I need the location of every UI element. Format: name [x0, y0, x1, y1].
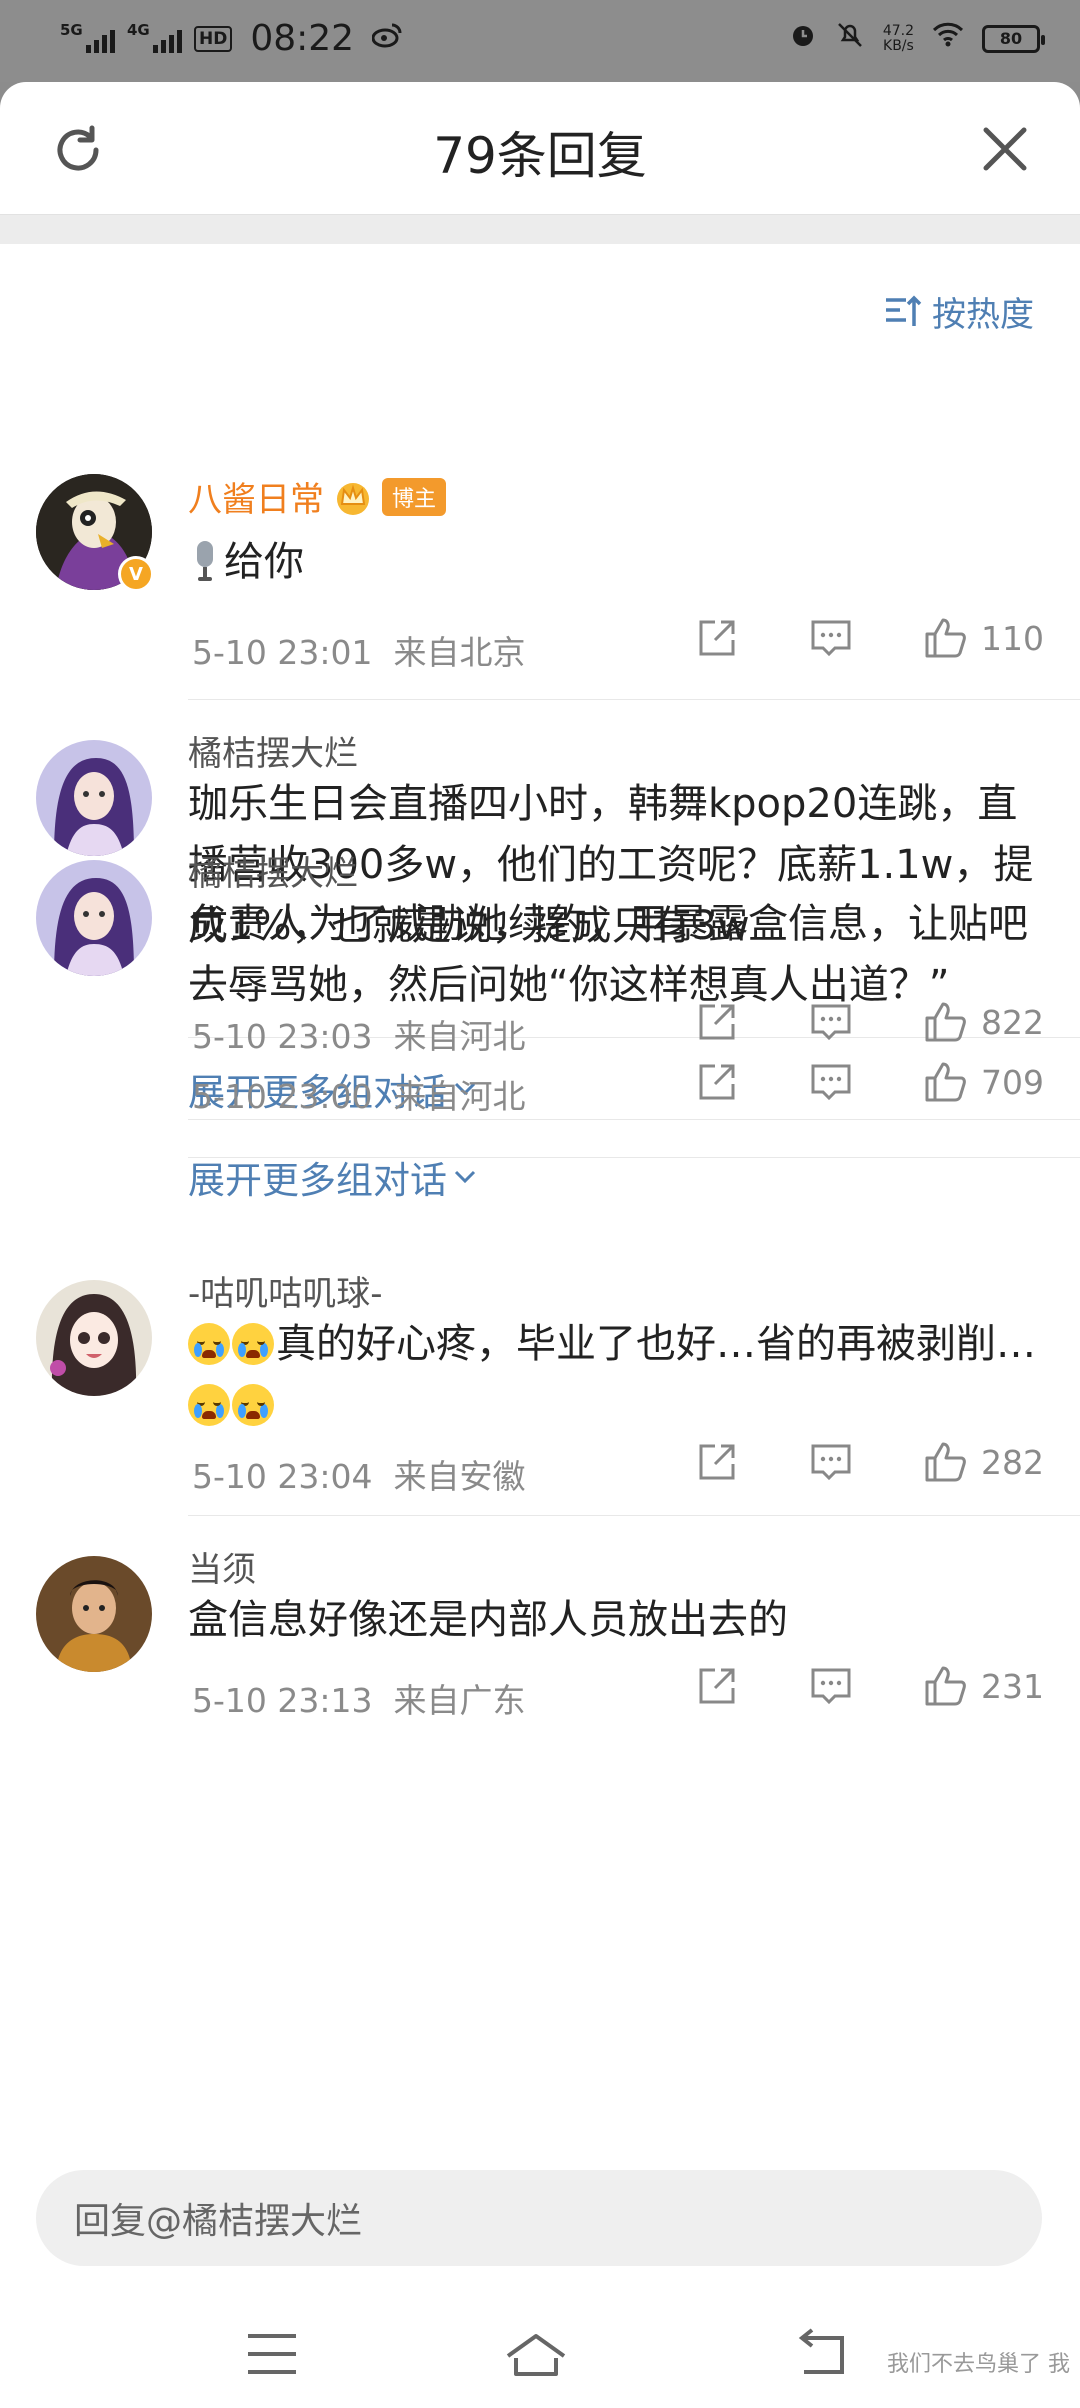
close-icon[interactable]: [978, 122, 1032, 176]
comment-username[interactable]: 橘桔摆大烂: [188, 854, 358, 894]
sheet-title: 79条回复: [433, 127, 647, 185]
comment-icon[interactable]: [809, 1060, 853, 1104]
like-count: 231: [981, 1666, 1044, 1706]
crying-emoji-icon: [188, 1384, 230, 1426]
like-icon: [925, 1062, 966, 1102]
avatar[interactable]: V: [36, 474, 154, 592]
comment-username[interactable]: 八酱日常: [188, 472, 324, 521]
comment-text: 盒信息好像还是内部人员放出去的: [188, 1597, 788, 1643]
home-icon[interactable]: [504, 2322, 568, 2386]
comment-icon[interactable]: [809, 1440, 853, 1484]
like-count: 282: [981, 1442, 1044, 1482]
comment-time-location: 5-10 23:13 来自广东: [192, 1681, 526, 1720]
comment-list: V 八酱日常 博主 给你 5-10 23:01 来自北京 110 橘桔摆大烂 珈…: [0, 382, 1080, 1756]
sort-icon: [886, 295, 922, 326]
battery-icon: 80: [982, 24, 1045, 53]
comment-text: 真的好心疼，毕业了也好…省的再被剥削…: [188, 1314, 1080, 1436]
blogger-badge: 博主: [382, 477, 447, 516]
reply-placeholder: 回复@橘桔摆大烂: [74, 2201, 363, 2242]
expand-conversation-link[interactable]: 展开更多组对话: [188, 1150, 477, 1224]
comment-username[interactable]: 橘桔摆大烂: [188, 734, 358, 774]
signal-sim2-icon: 4G: [127, 21, 182, 53]
alarm-icon: [789, 21, 817, 56]
like-button[interactable]: 709: [923, 1060, 1044, 1104]
crown-icon: [337, 482, 369, 515]
sort-label: 按热度: [932, 295, 1034, 335]
comment-icon[interactable]: [809, 616, 853, 660]
sheet-header: 79条回复: [0, 82, 1080, 214]
like-button[interactable]: 282: [923, 1440, 1044, 1484]
back-icon[interactable]: [790, 2322, 854, 2386]
share-icon[interactable]: [695, 616, 739, 660]
avatar[interactable]: [36, 1556, 152, 1672]
signal-sim1-icon: 5G: [60, 21, 115, 53]
sort-button[interactable]: 按热度: [884, 287, 1034, 336]
reply-input[interactable]: 回复@橘桔摆大烂: [36, 2170, 1042, 2266]
menu-icon[interactable]: [240, 2322, 304, 2386]
like-button[interactable]: 110: [923, 616, 1044, 660]
share-icon[interactable]: [695, 1440, 739, 1484]
wifi-icon: [932, 22, 964, 55]
like-icon: [925, 1666, 966, 1706]
avatar[interactable]: [36, 860, 152, 976]
comment-text: 负责人为了威胁她续约，用暴露盒信息，让贴吧去辱骂她，然后问她“你这样想真人出道？…: [188, 901, 1028, 1008]
comment-username[interactable]: -咕叽咕叽球-: [188, 1274, 383, 1314]
like-count: 110: [981, 618, 1044, 658]
avatar[interactable]: [36, 740, 152, 856]
comment-item[interactable]: 橘桔摆大烂 负责人为了威胁她续约，用暴露盒信息，让贴吧去辱骂她，然后问她“你这样…: [36, 820, 1080, 1202]
comment-username[interactable]: 当须: [188, 1550, 256, 1590]
crying-emoji-icon: [188, 1323, 230, 1365]
hd-voice-icon: HD: [194, 25, 233, 52]
share-icon[interactable]: [695, 1664, 739, 1708]
comment-item[interactable]: V 八酱日常 博主 给你 5-10 23:01 来自北京 110: [36, 382, 1080, 700]
status-bar: 5G 4G HD 08:22 47.2 KB/s 80: [0, 0, 1080, 82]
crying-emoji-icon: [232, 1384, 274, 1426]
comment-item[interactable]: 当须 盒信息好像还是内部人员放出去的 5-10 23:13 来自广东 231: [36, 1516, 1080, 1756]
comment-item[interactable]: -咕叽咕叽球- 真的好心疼，毕业了也好…省的再被剥削… 5-10 23:04 来…: [36, 1240, 1080, 1516]
weibo-notification-icon: [371, 22, 402, 55]
network-speed: 47.2 KB/s: [882, 22, 914, 54]
share-icon[interactable]: [695, 1060, 739, 1104]
avatar[interactable]: [36, 1280, 152, 1396]
reply-sheet: 79条回复 按热度 V 八酱日常 博主 给你 5-10 23:01 来自北京 1…: [0, 82, 1080, 2408]
like-button[interactable]: 231: [923, 1664, 1044, 1708]
mute-icon: [835, 20, 865, 57]
like-icon: [925, 1442, 966, 1482]
comment-time-location: 5-10 23:00 来自河北: [192, 1077, 526, 1116]
watermark: 我们不去鸟巢了 我: [887, 2352, 1070, 2377]
status-time: 08:22: [250, 18, 355, 59]
like-count: 709: [981, 1062, 1044, 1102]
like-icon: [925, 618, 966, 658]
comment-icon[interactable]: [809, 1664, 853, 1708]
verified-badge-icon: V: [118, 556, 154, 592]
header-divider: [0, 214, 1080, 244]
microphone-icon: [197, 541, 213, 581]
comment-time-location: 5-10 23:01 来自北京: [192, 633, 526, 672]
chevron-down-icon: [454, 1170, 476, 1184]
comment-text: 给你: [188, 532, 344, 593]
crying-emoji-icon: [232, 1323, 274, 1365]
comment-time-location: 5-10 23:04 来自安徽: [192, 1457, 526, 1496]
